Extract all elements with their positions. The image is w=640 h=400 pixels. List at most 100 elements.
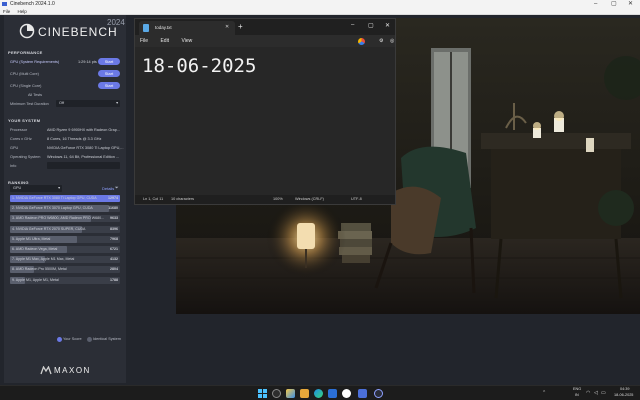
gpu-test-label: GPU (System Requirements) (10, 60, 60, 64)
ranking-row-name: 7. Apple M1 Max, Apple M1 Max, Metal (12, 257, 75, 262)
ranking-row[interactable]: 6. AMD Radeon Vega, Metal 6721 (10, 246, 120, 253)
ranking-row-score: 1788 (110, 277, 118, 282)
ranking-row[interactable]: 9. Apple M1, Apple M1, Metal 1788 (10, 276, 120, 284)
system-row-value: Windows 11, 64 Bit, Professional Edition… (47, 155, 120, 159)
cinebench-logo-icon (19, 23, 35, 39)
ranking-row[interactable]: 4. NVIDIA GeForce RTX 2070 SUPER, CUDA 83… (10, 225, 120, 233)
language-bottom[interactable]: IN (575, 393, 579, 397)
legend-identical-system: Identical System (93, 337, 121, 341)
notepad-editor[interactable]: 18-06-2025 (135, 47, 395, 195)
gpu-test-time: 1:29:14 pts (78, 60, 97, 64)
ranking-row-score: 9633 (110, 216, 118, 221)
cinebench-app-icon (2, 2, 7, 6)
system-row-value: 8 Cores, 16 Threads @ 3.3 GHz (47, 137, 102, 141)
close-icon[interactable]: ✕ (628, 0, 633, 8)
maximize-icon[interactable]: ▢ (611, 0, 617, 8)
ranking-filter-value: GPU (13, 186, 22, 190)
gpu-start-button[interactable]: Start (98, 58, 120, 65)
start-windows-icon[interactable] (258, 389, 267, 398)
close-icon[interactable]: ✕ (385, 22, 390, 29)
chevron-down-icon: ▾ (58, 186, 60, 190)
cinebench-menubar: File Help (0, 8, 640, 15)
ranking-row-name: 1. NVIDIA GeForce RTX 3080 Ti Laptop GPU… (12, 196, 97, 200)
file-explorer-icon[interactable] (300, 389, 309, 398)
battery-icon[interactable]: ▭ (601, 390, 606, 396)
system-row-label: Processor (10, 128, 28, 132)
ranking-row[interactable]: 7. Apple M1 Max, Apple M1 Max, Metal 4132 (10, 256, 120, 264)
chevron-down-icon: ▾ (116, 101, 118, 105)
filter-icon[interactable]: ⏷ (115, 185, 119, 190)
ranking-row[interactable]: 3. AMD Radeon PRO W6800, AMD Radeon PRO … (10, 215, 120, 223)
notepad-tab-title: today.txt (155, 25, 172, 30)
cpu-multi-start-button[interactable]: Start (98, 70, 120, 77)
maxon-logo-icon (40, 366, 52, 375)
performance-title: PERFORMANCE (8, 50, 43, 55)
clock-date[interactable]: 18-06-2025 (614, 393, 633, 397)
minimize-icon[interactable]: – (351, 22, 354, 28)
menu-help[interactable]: Help (18, 9, 27, 14)
identical-system-swatch (87, 337, 92, 342)
ranking-row-score: 4132 (110, 257, 118, 262)
system-row-label: Operating System (10, 155, 41, 159)
info-input[interactable] (47, 162, 120, 169)
wifi-icon[interactable]: ◠ (586, 390, 590, 396)
tab-close-icon[interactable]: ✕ (225, 24, 229, 30)
ranking-row-name: 5. Apple M1 Ultra, Metal (12, 236, 51, 241)
min-duration-label: Minimum Test Duration (10, 102, 49, 106)
notepad-menubar: File Edit View ⚙ ◎ (135, 35, 395, 47)
maximize-icon[interactable]: ▢ (368, 22, 374, 29)
notepad-taskbar-icon[interactable] (358, 389, 367, 398)
ranking-row[interactable]: 5. Apple M1 Ultra, Metal 7968 (10, 235, 120, 243)
clock-time[interactable]: 04:39 (620, 387, 630, 391)
cpu-single-label: CPU (Single Core) (10, 84, 42, 88)
mail-icon[interactable] (328, 389, 337, 398)
chrome-icon[interactable] (342, 389, 351, 398)
status-encoding: UTF-8 (351, 197, 362, 201)
cinebench-version-year: 2024 (107, 18, 125, 27)
ranking-row-name: 6. AMD Radeon Vega, Metal (12, 247, 58, 251)
ranking-row-score: 2804 (110, 267, 118, 272)
ranking-row-score: 11680 (108, 206, 118, 211)
notepad-menu-edit[interactable]: Edit (160, 38, 169, 44)
notepad-menu-view[interactable]: View (181, 38, 192, 44)
copilot-icon[interactable] (358, 38, 365, 45)
ranking-row-score: 8396 (110, 226, 118, 231)
status-line-endings: Windows (CRLF) (295, 197, 324, 201)
ranking-row[interactable]: 8. AMD Radeon Pro 5500M, Metal 2804 (10, 266, 120, 274)
ranking-row-score: 6721 (110, 247, 118, 251)
ranking-row[interactable]: 2. NVIDIA GeForce RTX 3070 Laptop GPU, C… (10, 205, 120, 213)
min-duration-select[interactable]: Off ▾ (56, 100, 120, 107)
cinebench-wordmark: CINEBENCH (38, 25, 118, 39)
system-row-value: NVIDIA GeForce RTX 3080 Ti Laptop GPU,..… (47, 146, 124, 150)
language-top[interactable]: ENG (573, 387, 581, 391)
cpu-single-start-button[interactable]: Start (98, 82, 120, 89)
window-title: Cinebench 2024.1.0 (10, 1, 55, 7)
windows-taskbar: ⌃ ENG IN ◠ ◁ ▭ 04:39 18-06-2025 (0, 385, 640, 400)
ranking-row-name: 4. NVIDIA GeForce RTX 2070 SUPER, CUDA (12, 226, 86, 231)
settings-gear-icon[interactable]: ⚙ (379, 35, 383, 47)
notepad-window: today.txt ✕ + – ▢ ✕ File Edit View ⚙ ◎ 1… (134, 18, 396, 205)
minimize-icon[interactable]: – (594, 0, 597, 8)
menu-file[interactable]: File (3, 9, 10, 14)
ranking-filter-select[interactable]: GPU ▾ (10, 185, 62, 192)
system-title: YOUR SYSTEM (8, 118, 41, 123)
all-tests-label: All Tests (28, 93, 43, 97)
ranking-row-name: 3. AMD Radeon PRO W6800, AMD Radeon PRO … (12, 216, 105, 221)
ranking-row-name: 9. Apple M1, Apple M1, Metal (12, 277, 59, 282)
search-icon[interactable] (272, 389, 281, 398)
system-row-value: AMD Ryzen 9 6900HX with Radeon Grap... (47, 128, 121, 132)
notepad-menu-file[interactable]: File (140, 38, 148, 44)
cinebench-taskbar-icon[interactable] (374, 389, 383, 398)
ranking-row-score: 12974 (108, 196, 118, 200)
notepad-app-icon (143, 24, 149, 32)
new-tab-icon[interactable]: + (238, 22, 243, 31)
account-icon[interactable]: ◎ (390, 35, 394, 47)
ranking-details-link[interactable]: Details (102, 186, 114, 191)
task-view-icon[interactable] (286, 389, 295, 398)
notepad-text-content: 18-06-2025 (142, 55, 257, 77)
tray-chevron-up-icon[interactable]: ⌃ (542, 390, 546, 396)
notepad-tab[interactable]: today.txt ✕ (139, 21, 235, 35)
edge-browser-icon[interactable] (314, 389, 323, 398)
volume-icon[interactable]: ◁ (594, 390, 598, 396)
ranking-row[interactable]: 1. NVIDIA GeForce RTX 3080 Ti Laptop GPU… (10, 195, 120, 202)
